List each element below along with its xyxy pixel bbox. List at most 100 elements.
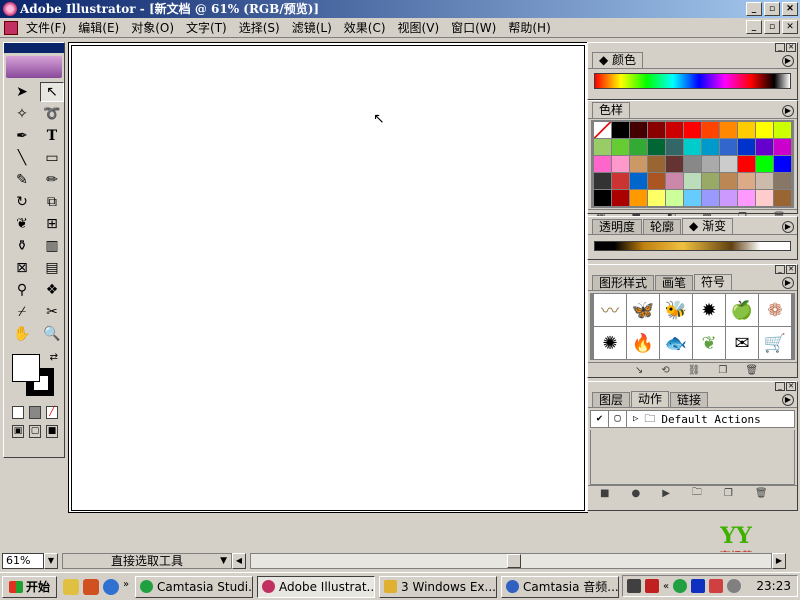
swatch[interactable] (684, 190, 701, 206)
rectangle-tool-icon[interactable]: ▭ (40, 148, 64, 168)
menu-help[interactable]: 帮助(H) (508, 19, 550, 36)
swatch[interactable] (720, 122, 737, 138)
rotate-tool-icon[interactable]: ↻ (10, 192, 34, 212)
play-icon[interactable]: ▶ (662, 488, 670, 499)
task-adobe-illustrator[interactable]: Adobe Illustrat... (257, 575, 376, 598)
swatch[interactable] (594, 190, 611, 206)
swatch[interactable] (684, 122, 701, 138)
menu-window[interactable]: 窗口(W) (451, 19, 496, 36)
panel-close-icon[interactable]: ✕ (786, 382, 796, 391)
swatch[interactable] (702, 139, 719, 155)
quicklaunch-browser-icon[interactable] (103, 578, 120, 595)
tray-volume-icon[interactable] (727, 579, 742, 593)
none-mode-icon[interactable]: ╱ (46, 406, 58, 419)
status-dropdown-icon[interactable]: ▼ (220, 554, 227, 568)
tray-expand-icon[interactable]: « (663, 581, 669, 592)
swatch[interactable] (738, 139, 755, 155)
gradient-tool-icon[interactable]: ▤ (40, 258, 64, 278)
record-icon[interactable]: ● (631, 488, 640, 499)
tab-symbols[interactable]: 符号 (694, 274, 733, 290)
swatch[interactable] (612, 122, 629, 138)
menu-type[interactable]: 文字(T) (186, 19, 227, 36)
swatch[interactable] (666, 156, 683, 172)
swatch[interactable] (612, 139, 629, 155)
tab-brushes[interactable]: 画笔 (655, 275, 694, 290)
swatch[interactable] (756, 190, 773, 206)
start-button[interactable]: 开始 (2, 575, 58, 598)
swatch[interactable] (666, 173, 683, 189)
symbol-splat-icon[interactable]: ✹ (693, 294, 725, 326)
swatch[interactable] (648, 190, 665, 206)
tray-printer-icon[interactable] (627, 579, 641, 593)
lasso-tool-icon[interactable]: ➰ (40, 104, 64, 124)
swatch[interactable] (630, 156, 647, 172)
tray-camtasia-icon[interactable] (673, 579, 688, 593)
new-set-icon[interactable]: 🗀 (692, 485, 702, 502)
tab-color[interactable]: ◆ 颜色 (592, 52, 644, 68)
scroll-right-icon[interactable]: ▶ (772, 553, 786, 569)
swatch[interactable] (666, 190, 683, 206)
document-canvas[interactable]: ↖ (68, 42, 588, 513)
delete-symbol-icon[interactable]: 🗑 (745, 365, 758, 376)
slice-tool-icon[interactable]: ⌿ (10, 302, 34, 322)
menu-object[interactable]: 对象(O) (131, 19, 174, 36)
swatch[interactable] (720, 173, 737, 189)
quicklaunch-media-icon[interactable] (83, 578, 100, 595)
stop-recording-icon[interactable]: ■ (600, 488, 609, 499)
panel-menu-icon[interactable]: ▶ (782, 221, 794, 233)
tray-ime-icon[interactable] (645, 579, 659, 593)
swatch[interactable] (720, 190, 737, 206)
menu-filter[interactable]: 滤镜(L) (292, 19, 332, 36)
symbol-swirl-icon[interactable]: ❁ (759, 294, 791, 326)
panel-menu-icon[interactable]: ▶ (782, 105, 794, 117)
symbol-envelope-icon[interactable]: ✉ (726, 327, 758, 359)
doc-close-button[interactable]: ✕ (782, 20, 798, 34)
free-transform-tool-icon[interactable]: ⊞ (40, 214, 64, 234)
standard-screen-icon[interactable]: ▣ (12, 425, 24, 438)
doc-minimize-button[interactable]: _ (746, 20, 762, 34)
tab-gradient[interactable]: ◆ 渐变 (682, 218, 734, 234)
swatch[interactable] (756, 156, 773, 172)
pen-tool-icon[interactable]: ✒ (10, 126, 34, 146)
none-swatch[interactable] (594, 122, 611, 138)
minimize-button[interactable]: _ (746, 2, 762, 16)
swatch[interactable] (756, 173, 773, 189)
symbol-fish-icon[interactable]: 🐟 (660, 327, 692, 359)
swatch[interactable] (648, 122, 665, 138)
swatch[interactable] (648, 139, 665, 155)
symbol-grass-icon[interactable]: ❦ (693, 327, 725, 359)
swatch[interactable] (666, 139, 683, 155)
eyedropper-tool-icon[interactable]: ⚲ (10, 280, 34, 300)
swatch[interactable] (774, 173, 791, 189)
zoom-dropdown-icon[interactable]: ▼ (44, 553, 58, 569)
status-tool-name[interactable]: 直接选取工具 ▼ (62, 553, 232, 569)
menu-select[interactable]: 选择(S) (239, 19, 280, 36)
swatch[interactable] (702, 173, 719, 189)
swatch[interactable] (594, 173, 611, 189)
swatch[interactable] (738, 122, 755, 138)
swatch[interactable] (720, 156, 737, 172)
swatch[interactable] (738, 190, 755, 206)
tab-swatches[interactable]: 色样 (592, 102, 631, 118)
swatch[interactable] (720, 139, 737, 155)
swatch[interactable] (630, 139, 647, 155)
symbol-bee-icon[interactable]: 🐝 (660, 294, 692, 326)
swatch[interactable] (666, 122, 683, 138)
horizontal-scrollbar[interactable] (250, 553, 772, 569)
swatch[interactable] (684, 173, 701, 189)
swatch[interactable] (702, 122, 719, 138)
new-action-icon[interactable]: ❐ (724, 488, 733, 499)
place-symbol-icon[interactable]: ↘ (635, 365, 643, 376)
tab-links[interactable]: 链接 (670, 392, 709, 407)
maximize-button[interactable]: ▫ (764, 2, 780, 16)
swatch[interactable] (702, 156, 719, 172)
delete-action-icon[interactable]: 🗑 (755, 488, 768, 499)
swatch[interactable] (684, 156, 701, 172)
action-set-row[interactable]: ✔ ▢ ▷ 🗀 Default Actions (590, 410, 795, 428)
hand-tool-icon[interactable]: ✋ (10, 324, 34, 344)
type-tool-icon[interactable]: T (40, 126, 64, 146)
swatch[interactable] (774, 190, 791, 206)
document-icon[interactable] (4, 20, 18, 35)
swatch[interactable] (630, 173, 647, 189)
tab-stroke[interactable]: 轮廓 (643, 219, 682, 234)
